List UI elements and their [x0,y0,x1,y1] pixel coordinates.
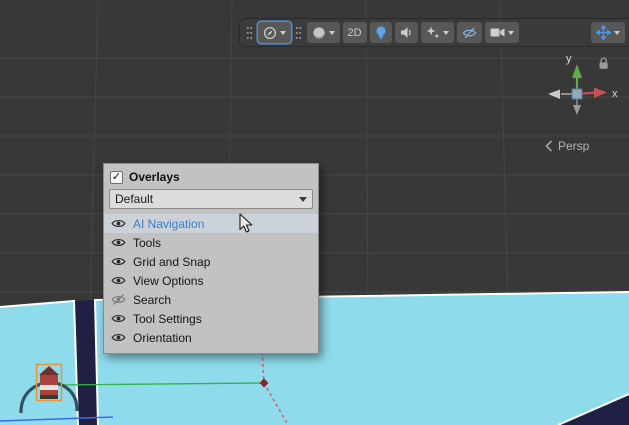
scene-gizmo-tools-button[interactable] [591,22,625,43]
chevron-down-icon [280,31,286,35]
lighting-toggle-button[interactable] [370,22,392,43]
eye-hidden-icon[interactable] [111,294,126,305]
overlay-preset-dropdown[interactable]: Default [109,189,313,209]
eye-icon[interactable] [111,332,126,343]
eye-hidden-icon [462,27,477,39]
move-gizmo-icon [596,25,611,40]
overlay-item-tools[interactable]: Tools [104,233,318,252]
scene-toolbar: 2D [240,19,629,46]
speaker-icon [400,26,413,39]
overlays-menu-header: ✓ Overlays [104,167,318,187]
overlay-item-view-options[interactable]: View Options [104,271,318,290]
eye-icon[interactable] [111,313,126,324]
chevron-down-icon [508,31,514,35]
collapse-chevron-icon [545,140,553,152]
lightbulb-icon [375,25,387,40]
lock-icon[interactable] [598,57,610,70]
chevron-down-icon [443,31,449,35]
overlay-drag-handle-icon[interactable] [246,25,253,41]
sphere-icon [312,26,326,40]
chevron-down-icon [329,31,335,35]
axis-neg-x-cone[interactable] [548,90,560,100]
axis-y-cone[interactable] [572,64,582,78]
overlay-item-grid-and-snap[interactable]: Grid and Snap [104,252,318,271]
axis-neg-y-cone[interactable] [573,105,581,115]
eye-icon[interactable] [111,275,126,286]
view-options-overlay-button[interactable] [258,22,291,43]
preset-value: Default [115,192,153,206]
check-icon: ✓ [112,172,121,183]
audio-toggle-button[interactable] [395,22,418,43]
camera-icon [490,27,505,38]
projection-indicator[interactable]: Persp [545,139,589,153]
overlay-item-orientation[interactable]: Orientation [104,328,318,347]
stars-icon [426,26,440,39]
unity-scene-view: 2D [0,0,629,425]
camera-settings-button[interactable] [485,22,519,43]
chevron-down-icon [299,197,307,202]
overlay-item-ai-navigation[interactable]: AI Navigation [104,214,318,233]
overlays-list: AI Navigation Tools Grid and Snap View O… [104,214,318,347]
gizmo-center-cube[interactable] [572,89,582,99]
axis-x-label: x [612,88,618,100]
eye-icon[interactable] [111,218,126,229]
overlay-item-search[interactable]: Search [104,290,318,309]
orientation-gizmo[interactable]: y x [537,46,629,120]
overlay-drag-handle-icon[interactable] [295,25,302,41]
effects-dropdown-button[interactable] [421,22,454,43]
axis-x-cone[interactable] [594,88,607,99]
2d-toggle-button[interactable]: 2D [343,22,367,43]
overlays-toggle-checkbox[interactable]: ✓ [110,171,123,184]
persp-label: Persp [558,139,589,153]
eye-icon[interactable] [111,256,126,267]
shading-mode-button[interactable] [307,22,340,43]
2d-label: 2D [348,27,362,39]
chevron-down-icon [614,31,620,35]
overlay-item-tool-settings[interactable]: Tool Settings [104,309,318,328]
axis-y-label: y [566,53,572,65]
mouse-cursor [239,213,255,235]
eye-icon[interactable] [111,237,126,248]
overlays-menu: ✓ Overlays Default AI Navigation Tools [103,163,319,354]
scene-visibility-button[interactable] [457,22,482,43]
compass-icon [263,26,277,40]
overlays-menu-title: Overlays [129,170,180,184]
